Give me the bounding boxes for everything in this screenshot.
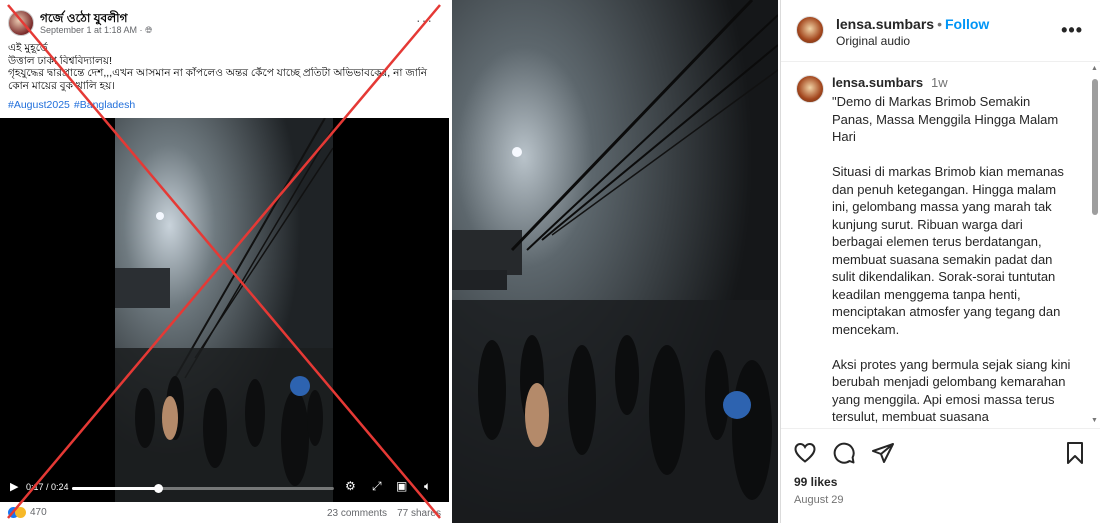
caption-age: 1w — [931, 75, 948, 90]
caption-username[interactable]: lensa.sumbars — [832, 75, 923, 90]
scroll-thumb[interactable] — [1092, 79, 1098, 215]
action-bar: 99 likes August 29 — [781, 428, 1100, 523]
hashtag-link[interactable]: #August2025 — [8, 99, 70, 111]
play-icon[interactable]: ▶ — [10, 480, 18, 493]
instagram-video-frame — [452, 0, 778, 523]
facebook-post-header: গর্জে ওঠো যুবলীগ September 1 at 1:18 AM … — [8, 8, 441, 38]
instagram-panel: lensa.sumbars • Follow Original audio ••• … — [780, 0, 1100, 523]
header-user: lensa.sumbars • Follow — [836, 16, 989, 32]
caption-header: lensa.sumbars 1w — [832, 75, 948, 90]
post-line: এই মুহূর্তে — [8, 42, 48, 54]
follow-button[interactable]: Follow — [945, 16, 989, 32]
caption-paragraph: Situasi di markas Brimob kian memanas da… — [832, 164, 1064, 337]
scroll-down-arrow-icon[interactable]: ▼ — [1091, 417, 1098, 424]
video-frame — [115, 118, 333, 502]
post-line: গৃহযুদ্ধের দ্বারপ্রান্তে দেশ,,,এখন আসমান… — [8, 67, 428, 79]
instagram-header: lensa.sumbars • Follow Original audio ••• — [781, 0, 1100, 62]
heart-icon[interactable] — [793, 441, 817, 465]
scroll-up-arrow-icon[interactable]: ▲ — [1091, 65, 1098, 72]
instagram-video[interactable] — [452, 0, 778, 523]
share-icon[interactable] — [871, 441, 895, 465]
hashtags: #August2025 #Bangladesh — [8, 99, 139, 111]
volume-icon[interactable]: 🔈︎ — [424, 479, 431, 494]
video-player[interactable]: ▶ 0:17 / 0:24 ⚙ ⤢ ▣ 🔈︎ — [0, 118, 449, 502]
reactions-count: 470 — [30, 507, 47, 518]
post-line: কোন মায়ের বুক খালি হয়। — [8, 79, 116, 92]
comments-count[interactable]: 23 comments — [327, 508, 387, 519]
post-footer: 470 23 comments 77 shares — [0, 503, 449, 523]
post-timestamp[interactable]: September 1 at 1:18 AM · — [40, 25, 145, 35]
settings-gear-icon[interactable]: ⚙ — [345, 479, 356, 493]
comment-icon[interactable] — [832, 441, 856, 465]
screenshot-root: গর্জে ওঠো যুবলীগ September 1 at 1:18 AM … — [0, 0, 1100, 523]
video-scrubber-handle[interactable] — [154, 484, 164, 493]
video-progress-bar[interactable] — [72, 484, 334, 493]
post-text: এই মুহূর্তে উত্তাল ঢাকা বিশ্ববিদ্যালয়! … — [8, 42, 438, 92]
caption-paragraph: "Demo di Markas Brimob Semakin Panas, Ma… — [832, 94, 1059, 144]
post-date: August 29 — [794, 494, 844, 506]
sad-reaction-icon — [15, 507, 26, 518]
likes-count[interactable]: 99 likes — [794, 475, 837, 489]
post-meta: September 1 at 1:18 AM · 🌐︎ — [40, 25, 152, 36]
caption-area: lensa.sumbars 1w "Demo di Markas Brimob S… — [781, 63, 1091, 426]
hashtag-link[interactable]: #Bangladesh — [74, 99, 135, 111]
username-link[interactable]: lensa.sumbars — [836, 16, 934, 32]
user-avatar[interactable] — [796, 16, 824, 44]
reactions[interactable]: 470 — [8, 507, 47, 518]
facebook-post: গর্জে ওঠো যুবলীগ September 1 at 1:18 AM … — [0, 0, 449, 523]
shares-count[interactable]: 77 shares — [397, 508, 441, 519]
video-time: 0:17 / 0:24 — [26, 482, 69, 492]
caption-paragraph: Aksi protes yang bermula sejak siang kin… — [832, 356, 1071, 425]
caption-text: "Demo di Markas Brimob Semakin Panas, Ma… — [832, 93, 1072, 426]
bookmark-icon[interactable] — [1064, 441, 1086, 465]
video-controls: ▶ 0:17 / 0:24 ⚙ ⤢ ▣ 🔈︎ — [0, 474, 449, 502]
post-line: উত্তাল ঢাকা বিশ্ববিদ্যালয়! — [8, 54, 112, 67]
caption-avatar[interactable] — [796, 75, 824, 103]
picture-in-picture-icon[interactable]: ▣ — [396, 479, 407, 493]
original-audio-link[interactable]: Original audio — [836, 34, 910, 48]
expand-icon[interactable]: ⤢ — [372, 479, 382, 494]
separator-dot: • — [937, 16, 942, 32]
more-horizontal-icon[interactable]: ··· — [416, 12, 433, 28]
more-options-icon[interactable]: ••• — [1061, 20, 1083, 41]
caption-scrollbar[interactable]: ▲ ▼ — [1090, 63, 1100, 426]
page-avatar[interactable] — [8, 10, 34, 36]
globe-icon: 🌐︎ — [145, 25, 153, 35]
video-progress-fill — [72, 487, 159, 490]
